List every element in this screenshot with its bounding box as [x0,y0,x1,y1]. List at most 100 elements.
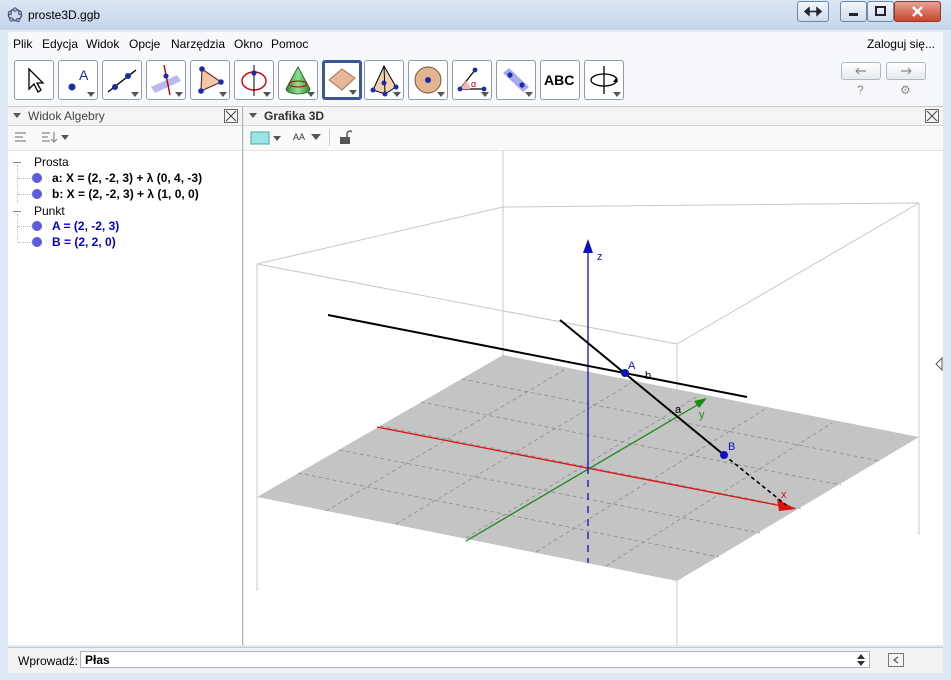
login-link[interactable]: Zaloguj się... [867,37,935,51]
x-axis-label: x [781,489,787,501]
tool-pyramid-cone[interactable] [278,60,318,100]
maximize-button[interactable] [867,1,894,22]
menu-plik[interactable]: Plik [13,37,32,51]
algebra-item-a[interactable]: a: X = (2, -2, 3) + λ (0, 4, -3) [52,171,202,185]
tool-dropdown-indicator [481,92,489,97]
tool-dropdown-indicator [437,92,445,97]
sort-by-icon[interactable] [41,130,73,144]
input-bar: Wprowadź: Płas [8,647,943,673]
tool-dropdown-indicator [307,92,315,97]
input-label: Wprowadź: [18,654,79,668]
algebra-item-B[interactable]: B = (2, 2, 0) [52,235,116,249]
undo-icon [855,67,866,75]
redo-icon [901,67,912,75]
algebra-view: Widok Algebry Prosta a: X = (2, -2, 3) +… [8,107,243,645]
algebra-view-header: Widok Algebry [8,107,242,126]
graphics-3d-title: Grafika 3D [264,109,325,123]
menu-narzedzia[interactable]: Narzędzia [171,37,225,51]
tool-rotate-view[interactable] [584,60,624,100]
panel-menu-arrow-icon[interactable] [13,113,21,118]
panel-menu-arrow-icon[interactable] [249,113,257,118]
minimize-button[interactable] [840,1,867,22]
tool-dropdown-indicator [525,92,533,97]
svg-text:A: A [79,67,89,83]
collapse-prosta-icon[interactable] [13,162,21,163]
geogebra-logo-icon [7,7,23,23]
line-b-label: b [645,370,651,382]
point-B-label: B [728,441,735,453]
unlock-icon[interactable] [338,130,352,145]
algebra-item-b[interactable]: b: X = (2, -2, 3) + λ (1, 0, 0) [52,187,199,201]
text-tool-icon: ABC [544,72,574,88]
tool-dropdown-indicator [349,90,357,95]
tool-dropdown-indicator [263,92,271,97]
close-panel-icon[interactable] [925,109,939,123]
input-field[interactable]: Płas [80,651,870,668]
menu-okno[interactable]: Okno [234,37,263,51]
tool-prism[interactable] [364,60,404,100]
tree-connector [18,226,32,227]
minimize-icon [849,13,858,16]
visibility-toggle-b[interactable] [32,189,42,199]
tool-plane[interactable] [322,60,362,100]
collapse-punkt-icon[interactable] [13,211,21,212]
menu-bar: Plik Edycja Widok Opcje Narzędzia Okno P… [8,32,943,56]
tool-dropdown-indicator [131,92,139,97]
expand-panel-arrow-icon[interactable] [934,357,943,371]
z-axis-label: z [597,251,603,263]
tree-connector [18,178,32,179]
auxiliary-objects-icon[interactable] [14,130,28,144]
menu-edycja[interactable]: Edycja [42,37,78,51]
input-history-icon[interactable] [856,653,866,667]
separator [329,129,330,146]
algebra-toolbar [8,126,242,151]
help-icon[interactable]: ? [857,83,864,97]
tool-polygon[interactable] [190,60,230,100]
resize-button[interactable] [797,1,829,22]
algebra-item-A[interactable]: A = (2, -2, 3) [52,219,119,233]
svg-text:ABC: ABC [544,72,574,88]
tool-reflect[interactable] [496,60,536,100]
algebra-view-title: Widok Algebry [28,109,105,123]
category-prosta: Prosta [34,155,69,169]
tool-sphere[interactable] [408,60,448,100]
tool-dropdown-indicator [219,92,227,97]
visibility-toggle-a[interactable] [32,173,42,183]
input-help-icon[interactable] [888,653,904,667]
redo-button[interactable] [886,62,926,80]
title-bar: proste3D.ggb [0,0,951,30]
label-style-icon[interactable]: AA [293,132,305,142]
label-style-dropdown-icon[interactable] [310,132,322,142]
tool-text[interactable]: ABC [540,60,580,100]
tool-dropdown-indicator [613,92,621,97]
tool-line[interactable] [102,60,142,100]
menu-pomoc[interactable]: Pomoc [271,37,308,51]
tool-perpendicular-line[interactable] [146,60,186,100]
resize-arrows-icon [803,6,823,17]
category-punkt: Punkt [34,204,65,218]
point-B[interactable] [720,451,728,459]
tool-point[interactable]: A [58,60,98,100]
graphics-style-bar: AA [244,126,943,151]
svg-text:α: α [471,79,476,89]
tool-dropdown-indicator [393,92,401,97]
tool-circle-axis[interactable] [234,60,274,100]
tool-dropdown-indicator [87,92,95,97]
close-button[interactable] [894,1,941,22]
background-color-icon[interactable] [250,131,284,145]
tool-dropdown-indicator [175,92,183,97]
tool-angle[interactable]: α [452,60,492,100]
visibility-toggle-B[interactable] [32,237,42,247]
graphics-3d-view: Grafika 3D AA z y x A B b a [244,107,943,645]
undo-button[interactable] [841,62,881,80]
tree-connector [18,242,32,243]
settings-icon[interactable]: ⚙ [900,83,911,97]
visibility-toggle-A[interactable] [32,221,42,231]
tool-move[interactable] [14,60,54,100]
menu-widok[interactable]: Widok [86,37,119,51]
tree-connector [18,194,32,195]
tree-connector [17,214,18,242]
graphics-3d-canvas[interactable]: z y x A B b a [244,151,943,645]
close-panel-icon[interactable] [224,109,238,123]
menu-opcje[interactable]: Opcje [129,37,160,51]
